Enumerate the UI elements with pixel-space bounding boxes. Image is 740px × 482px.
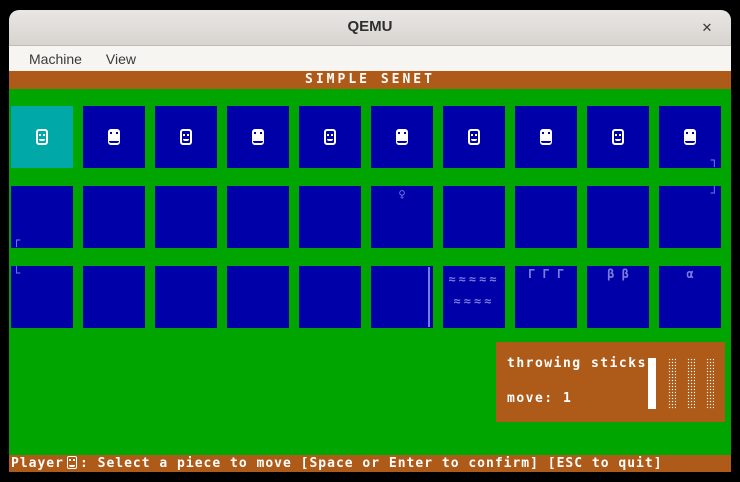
board-square-r2-c10[interactable]: ┘	[659, 186, 721, 248]
window-title: QEMU	[9, 18, 731, 35]
throwing-sticks-panel: throwing sticks move: 1	[496, 342, 725, 422]
house-of-three-marker: Γ Γ Γ	[515, 268, 577, 280]
board-square-r3-c3[interactable]	[155, 266, 217, 328]
sticks-panel-title: throwing sticks	[507, 356, 647, 371]
board-square-r1-c10[interactable]: ┐	[659, 106, 721, 168]
board-square-r1-c4[interactable]	[227, 106, 289, 168]
board-square-r3-c6[interactable]	[371, 266, 433, 328]
house-divider-bar	[428, 267, 430, 327]
menu-view[interactable]: View	[94, 49, 148, 69]
board-square-r3-c2[interactable]	[83, 266, 145, 328]
board-square-r1-c1-cursor[interactable]	[11, 106, 73, 168]
board-square-r1-c5[interactable]	[299, 106, 361, 168]
board-square-r2-c6[interactable]: ♀	[371, 186, 433, 248]
board-square-r1-c6[interactable]	[371, 106, 433, 168]
throwing-stick-round	[668, 358, 676, 409]
house-of-rebirth-marker: ♀	[371, 188, 433, 200]
board-square-r1-c2[interactable]	[83, 106, 145, 168]
menu-machine[interactable]: Machine	[17, 49, 94, 69]
path-corner-icon: ┌	[13, 236, 20, 245]
board-square-r2-c9[interactable]	[587, 186, 649, 248]
board-square-r2-c1[interactable]: ┌	[11, 186, 73, 248]
player2-piece	[540, 129, 552, 145]
board-square-r2-c7[interactable]	[443, 186, 505, 248]
status-message: : Select a piece to move [Space or Enter…	[80, 456, 663, 471]
board-square-r3-c5[interactable]	[299, 266, 361, 328]
throwing-stick-round	[706, 358, 714, 409]
player1-piece	[612, 129, 624, 145]
house-of-one-marker: α	[659, 268, 721, 280]
house-of-water-marker: ≈≈≈≈≈≈≈≈≈	[443, 268, 505, 312]
player1-piece-icon	[67, 456, 77, 469]
board-square-r1-c9[interactable]	[587, 106, 649, 168]
game-display: SIMPLE SENET ┐┌♀┘└≈≈≈≈≈≈≈≈≈Γ Γ Γβ βα thr…	[9, 71, 731, 472]
qemu-window: QEMU ✕ Machine View SIMPLE SENET ┐┌♀┘└≈≈…	[9, 10, 731, 472]
board-square-r3-c1[interactable]: └	[11, 266, 73, 328]
player2-piece	[108, 129, 120, 145]
player2-piece	[684, 129, 696, 145]
board-square-r3-c4[interactable]	[227, 266, 289, 328]
move-value: move: 1	[507, 391, 572, 406]
board-square-r1-c7[interactable]	[443, 106, 505, 168]
path-corner-icon: ┘	[711, 189, 718, 198]
board-square-r3-c7[interactable]: ≈≈≈≈≈≈≈≈≈	[443, 266, 505, 328]
player1-piece	[324, 129, 336, 145]
throwing-stick-flat	[648, 358, 656, 409]
board-square-r2-c5[interactable]	[299, 186, 361, 248]
board-square-r2-c4[interactable]	[227, 186, 289, 248]
player1-piece	[36, 129, 48, 145]
player2-piece	[396, 129, 408, 145]
path-corner-icon: ┐	[711, 156, 718, 165]
board-square-r1-c3[interactable]	[155, 106, 217, 168]
menubar: Machine View	[9, 46, 731, 71]
board-square-r3-c8[interactable]: Γ Γ Γ	[515, 266, 577, 328]
board-square-r2-c2[interactable]	[83, 186, 145, 248]
board-square-r1-c8[interactable]	[515, 106, 577, 168]
board-square-r2-c3[interactable]	[155, 186, 217, 248]
status-bar: Player : Select a piece to move [Space or…	[9, 455, 731, 472]
player2-piece	[252, 129, 264, 145]
status-prefix: Player	[11, 456, 64, 471]
close-icon[interactable]: ✕	[697, 18, 717, 38]
house-of-two-marker: β β	[587, 268, 649, 280]
throwing-stick-round	[687, 358, 695, 409]
path-corner-icon: └	[13, 269, 20, 278]
board-square-r3-c10[interactable]: α	[659, 266, 721, 328]
player1-piece	[180, 129, 192, 145]
titlebar: QEMU ✕	[9, 10, 731, 46]
player1-piece	[468, 129, 480, 145]
board-square-r3-c9[interactable]: β β	[587, 266, 649, 328]
board-square-r2-c8[interactable]	[515, 186, 577, 248]
